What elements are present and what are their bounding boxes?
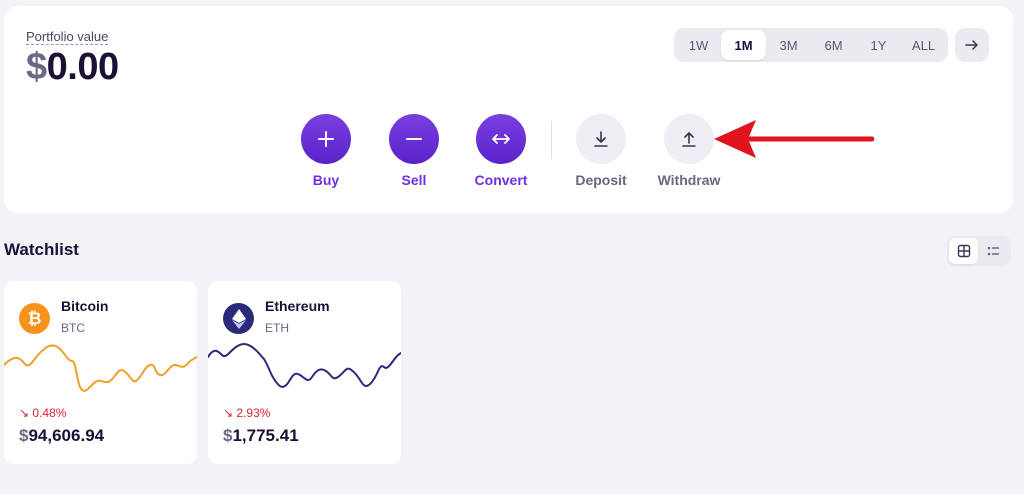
swap-horizontal-icon <box>492 134 510 144</box>
convert-circle[interactable] <box>476 114 526 164</box>
buy-label: Buy <box>312 172 340 188</box>
portfolio-value-amount: 0.00 <box>46 46 119 88</box>
convert-button[interactable]: Convert <box>456 114 546 188</box>
minus-icon <box>406 138 422 140</box>
list-icon <box>987 246 999 256</box>
grid-icon <box>957 244 970 258</box>
buy-button[interactable]: Buy <box>281 114 371 188</box>
trend-down-icon: ↘ <box>19 406 30 420</box>
view-toggle <box>947 236 1011 266</box>
ethereum-sparkline <box>208 343 401 388</box>
buy-circle[interactable] <box>301 114 351 164</box>
watchlist-card-ethereum[interactable]: Ethereum ETH ↘ 2.93% $1,775.41 <box>208 281 401 464</box>
upload-icon <box>682 132 696 147</box>
bitcoin-sparkline <box>4 344 197 392</box>
sell-circle[interactable] <box>389 114 439 164</box>
change-percent: 2.93% <box>236 406 271 420</box>
deposit-button[interactable]: Deposit <box>556 114 646 188</box>
period-selector: 1W 1M 3M 6M 1Y ALL <box>674 28 948 62</box>
watchlist-card-bitcoin[interactable]: ₿ Bitcoin BTC ↘ 0.48% $94,606.94 <box>4 281 197 464</box>
annotation-arrow-icon <box>714 120 874 158</box>
period-1w[interactable]: 1W <box>676 30 721 60</box>
watchlist-title: Watchlist <box>4 240 79 259</box>
trend-down-icon: ↘ <box>223 406 234 420</box>
ethereum-icon <box>223 303 254 334</box>
expand-chart-button[interactable] <box>955 28 989 62</box>
download-icon <box>594 131 608 147</box>
coin-price: $1,775.41 <box>223 426 299 446</box>
coin-symbol: BTC <box>61 321 85 335</box>
coin-symbol: ETH <box>265 321 289 335</box>
change-value: ↘ 0.48% <box>19 406 66 420</box>
withdraw-label: Withdraw <box>657 172 721 188</box>
deposit-label: Deposit <box>575 172 627 188</box>
portfolio-value-label[interactable]: Portfolio value <box>26 30 109 45</box>
period-all[interactable]: ALL <box>901 30 946 60</box>
period-3m[interactable]: 3M <box>766 30 811 60</box>
change-value: ↘ 2.93% <box>223 406 270 420</box>
bitcoin-icon: ₿ <box>19 303 50 334</box>
plus-icon <box>318 131 334 147</box>
arrow-right-icon <box>965 40 978 50</box>
withdraw-circle[interactable] <box>664 114 714 164</box>
portfolio-value: $0.00 <box>26 46 119 89</box>
convert-label: Convert <box>474 172 528 188</box>
deposit-circle[interactable] <box>576 114 626 164</box>
coin-name: Bitcoin <box>61 298 109 314</box>
change-percent: 0.48% <box>32 406 67 420</box>
coin-price: $94,606.94 <box>19 426 104 446</box>
grid-view-button[interactable] <box>949 238 978 264</box>
price-amount: 94,606.94 <box>28 426 105 445</box>
list-view-button[interactable] <box>978 238 1007 264</box>
period-1m[interactable]: 1M <box>721 30 766 60</box>
portfolio-currency-symbol: $ <box>26 46 47 88</box>
price-amount: 1,775.41 <box>232 426 299 445</box>
period-1y[interactable]: 1Y <box>856 30 901 60</box>
coin-name: Ethereum <box>265 298 330 314</box>
sell-button[interactable]: Sell <box>369 114 459 188</box>
period-6m[interactable]: 6M <box>811 30 856 60</box>
sell-label: Sell <box>401 172 427 188</box>
actions-divider <box>551 121 552 159</box>
